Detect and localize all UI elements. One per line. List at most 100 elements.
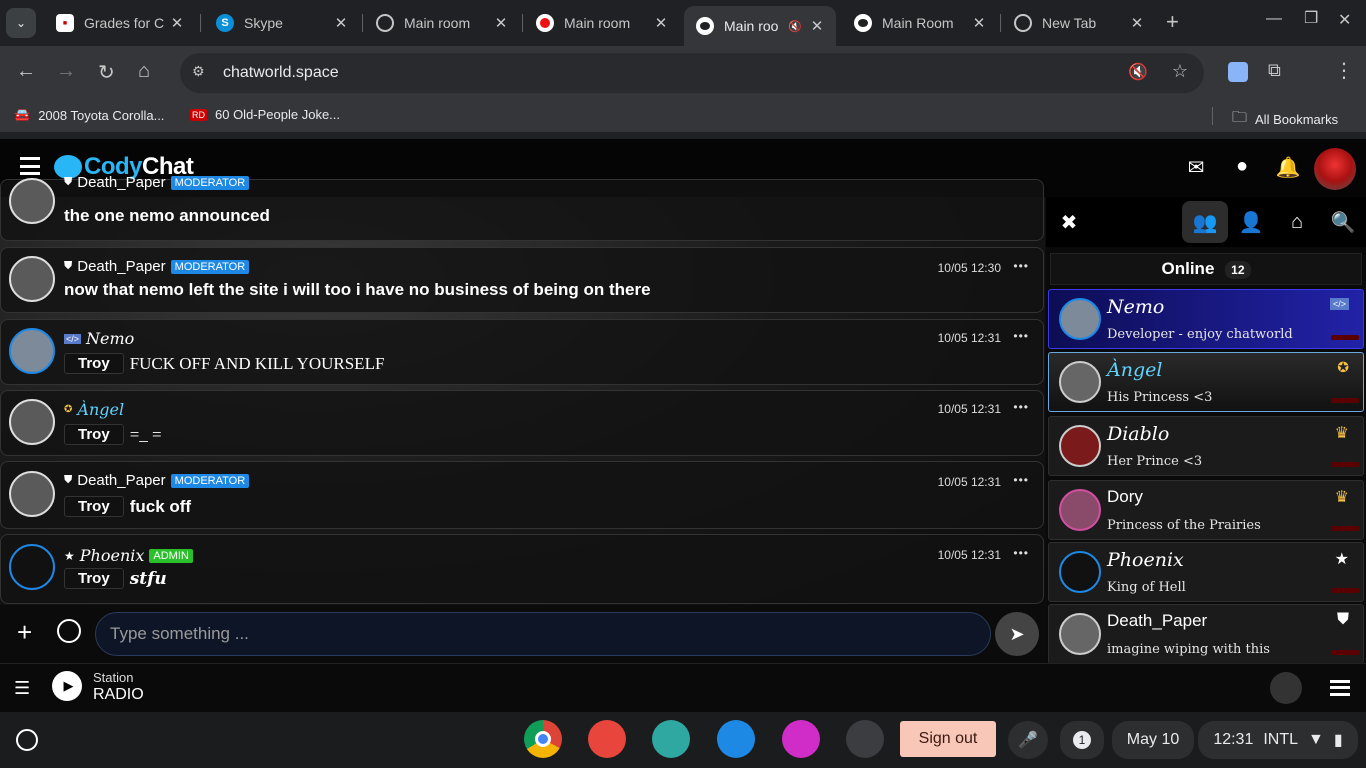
user-list-item[interactable]: Àngel His Princess <3 ✪: [1048, 352, 1364, 412]
close-icon[interactable]: ✕: [1126, 14, 1148, 32]
close-panel-icon[interactable]: ✖: [1046, 201, 1092, 243]
url-text[interactable]: chatworld.space: [223, 64, 339, 82]
message-text: the one nemo announced: [64, 206, 270, 225]
equalizer-icon[interactable]: ☰: [14, 678, 30, 699]
avatar[interactable]: [9, 328, 55, 374]
home-icon[interactable]: ⌂: [1274, 201, 1320, 243]
avatar[interactable]: [9, 178, 55, 224]
address-bar[interactable]: ⚙ chatworld.space 🔇 ☆: [180, 53, 1204, 93]
close-icon[interactable]: ✕: [806, 17, 828, 35]
close-icon[interactable]: ✕: [330, 14, 352, 32]
muted-site-icon[interactable]: 🔇: [1128, 62, 1148, 82]
chat-message[interactable]: ✪ Àngel 10/05 12:31 ••• Troy =_ =: [0, 390, 1044, 456]
user-list-item[interactable]: Phoenix King of Hell ★: [1048, 542, 1364, 602]
gallery-app-icon[interactable]: [782, 720, 820, 758]
extension-icon[interactable]: [1228, 62, 1248, 82]
chat-message[interactable]: ⛊ Death_Paper MODERATOR 10/05 12:30 ••• …: [0, 247, 1044, 313]
hamburger-menu-icon[interactable]: [20, 157, 40, 175]
tab-main-room-3[interactable]: Main Room ✕: [842, 6, 998, 40]
status-bar: [1331, 335, 1359, 340]
chrome-app-icon[interactable]: [524, 720, 562, 758]
canvas-app-icon[interactable]: [588, 720, 626, 758]
site-settings-icon[interactable]: ⚙: [192, 63, 205, 80]
message-username[interactable]: ⛊ Death_Paper MODERATOR: [64, 174, 250, 191]
close-icon[interactable]: ✕: [166, 14, 188, 32]
more-menu-icon[interactable]: ⋮: [1334, 58, 1354, 83]
close-icon[interactable]: ✕: [968, 14, 990, 32]
play-button[interactable]: ▶: [52, 671, 82, 701]
avatar[interactable]: [9, 399, 55, 445]
message-options-icon[interactable]: •••: [1013, 400, 1029, 414]
message-username[interactable]: ⛊ Death_Paper MODERATOR: [64, 472, 250, 489]
user-list-item[interactable]: Death_Paper imagine wiping with this ⛊: [1048, 604, 1364, 664]
tab-main-room-active[interactable]: Main roo 🔇 ✕: [684, 6, 836, 46]
status-tray[interactable]: 12:31 INTL ▼ ▮: [1198, 721, 1358, 759]
message-input[interactable]: [95, 612, 991, 656]
users-tab-icon[interactable]: 👥: [1182, 201, 1228, 243]
mention-tag[interactable]: Troy: [64, 424, 124, 445]
launcher-button[interactable]: [16, 729, 38, 751]
microphone-icon[interactable]: 🎤: [1008, 721, 1048, 759]
back-button[interactable]: ←: [16, 60, 36, 83]
chat-message[interactable]: ⛊ Death_Paper MODERATOR the one nemo ann…: [0, 174, 1044, 241]
minimize-button[interactable]: —: [1266, 10, 1282, 28]
menu-icon[interactable]: [1330, 680, 1350, 696]
tab-new-tab[interactable]: New Tab ✕: [1002, 6, 1156, 40]
message-options-icon[interactable]: •••: [1013, 329, 1029, 343]
sign-out-button[interactable]: Sign out: [900, 721, 996, 757]
user-list-item[interactable]: Dory Princess of the Prairies ♛: [1048, 480, 1364, 540]
message-options-icon[interactable]: •••: [1013, 546, 1029, 560]
message-username[interactable]: ✪ Àngel: [64, 400, 124, 419]
date-tray[interactable]: May 10: [1112, 721, 1194, 759]
close-icon[interactable]: ✕: [490, 14, 512, 32]
forward-button[interactable]: →: [56, 60, 76, 83]
chat-message[interactable]: </> Nemo 10/05 12:31 ••• Troy FUCK OFF A…: [0, 319, 1044, 385]
tab-skype[interactable]: S Skype ✕: [204, 6, 360, 40]
avatar[interactable]: [9, 256, 55, 302]
screen-capture-icon[interactable]: [846, 720, 884, 758]
plus-icon[interactable]: +: [17, 619, 32, 645]
search-icon[interactable]: 🔍: [1320, 201, 1366, 243]
bookmark-jokes[interactable]: RD 60 Old-People Joke...: [190, 107, 340, 122]
message-username[interactable]: ⛊ Death_Paper MODERATOR: [64, 258, 250, 275]
chat-message[interactable]: ⛊ Death_Paper MODERATOR 10/05 12:31 ••• …: [0, 461, 1044, 529]
message-options-icon[interactable]: •••: [1013, 473, 1029, 487]
emoji-icon[interactable]: [57, 619, 81, 643]
classroom-app-icon[interactable]: [652, 720, 690, 758]
files-app-icon[interactable]: [717, 720, 755, 758]
chat-message[interactable]: ★ Phoenix ADMIN 10/05 12:31 ••• Troy stf…: [0, 534, 1044, 604]
bell-icon[interactable]: 🔔: [1274, 155, 1302, 179]
bookmark-toyota[interactable]: 🚘 2008 Toyota Corolla...: [14, 107, 164, 123]
restore-button[interactable]: ❐: [1304, 8, 1318, 28]
tab-main-room-1[interactable]: Main room ✕: [364, 6, 520, 40]
mention-tag[interactable]: Troy: [64, 496, 124, 517]
message-username[interactable]: ★ Phoenix ADMIN: [64, 546, 193, 565]
user-icon[interactable]: ●: [1228, 155, 1256, 179]
notification-counter[interactable]: 1: [1060, 721, 1104, 759]
tab-search-button[interactable]: ⌄: [6, 8, 36, 38]
user-list-item[interactable]: Diablo Her Prince <3 ♛: [1048, 416, 1364, 476]
close-window-button[interactable]: ✕: [1338, 10, 1351, 30]
mention-tag[interactable]: Troy: [64, 568, 124, 589]
message-username[interactable]: </> Nemo: [64, 329, 134, 348]
add-friend-icon[interactable]: 👤: [1228, 201, 1274, 243]
mention-tag[interactable]: Troy: [64, 353, 124, 374]
home-button[interactable]: ⌂: [138, 60, 150, 83]
user-list-item[interactable]: Nemo Developer - enjoy chatworld </>: [1048, 289, 1364, 349]
tab-grades[interactable]: ■ Grades for C ✕: [44, 6, 196, 40]
close-icon[interactable]: ✕: [650, 14, 672, 32]
envelope-icon[interactable]: ✉: [1182, 155, 1210, 179]
bookmark-star-icon[interactable]: ☆: [1172, 61, 1188, 82]
new-tab-button[interactable]: +: [1166, 11, 1179, 33]
avatar: [1059, 489, 1101, 531]
tab-main-room-2[interactable]: Main room ✕: [524, 6, 680, 40]
reload-button[interactable]: ↻: [98, 60, 115, 85]
message-options-icon[interactable]: •••: [1013, 259, 1029, 273]
extensions-puzzle-icon[interactable]: ⧉: [1268, 60, 1281, 81]
send-button[interactable]: ➤: [995, 612, 1039, 656]
all-bookmarks-button[interactable]: 🗀 All Bookmarks: [1232, 107, 1338, 132]
profile-avatar[interactable]: [1314, 148, 1356, 190]
avatar[interactable]: [9, 544, 55, 590]
avatar[interactable]: [9, 471, 55, 517]
avatar[interactable]: [1270, 672, 1302, 704]
